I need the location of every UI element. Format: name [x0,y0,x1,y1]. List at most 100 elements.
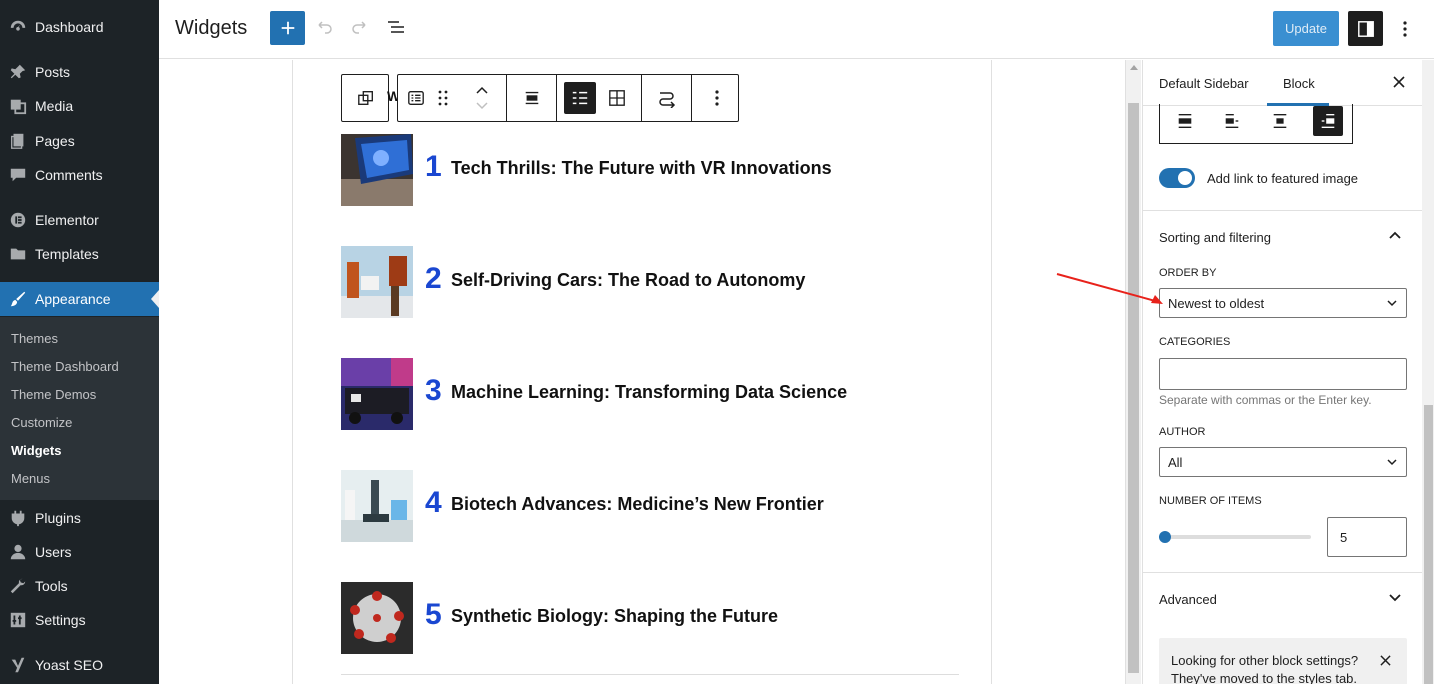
close-settings-button[interactable] [1389,72,1409,92]
admin-sidebar: Dashboard Posts Media Pages Comments Ele… [0,0,159,684]
move-up-down[interactable] [458,75,506,121]
menu-item-settings[interactable]: Settings [0,603,159,637]
user-icon [8,542,28,562]
page-title: Widgets [175,17,248,39]
settings-panel-toggle[interactable] [1348,11,1383,46]
submenu-theme-demos[interactable]: Theme Demos [11,387,96,402]
advanced-section-title[interactable]: Advanced [1159,592,1217,607]
menu-item-tools[interactable]: Tools [0,569,159,603]
appearance-submenu: Themes Theme Dashboard Theme Demos Custo… [0,317,159,500]
canvas-scrollbar[interactable] [1125,60,1141,684]
tab-default-sidebar[interactable]: Default Sidebar [1159,76,1249,91]
canvas-scrollbar-thumb[interactable] [1128,103,1139,673]
post-title[interactable]: Machine Learning: Transforming Data Scie… [451,382,847,403]
post-number: 5 [425,598,442,631]
menu-item-templates[interactable]: Templates [0,237,159,271]
list-item[interactable]: 1 Tech Thrills: The Future with VR Innov… [341,134,961,206]
toolbar-separator [556,75,557,121]
update-button[interactable]: Update [1273,11,1339,46]
image-align-right[interactable] [1313,106,1343,136]
image-align-left[interactable] [1217,106,1247,136]
list-item[interactable]: 2 Self-Driving Cars: The Road to Autonom… [341,246,961,318]
number-of-items-input[interactable]: 5 [1327,517,1407,557]
submenu-themes[interactable]: Themes [11,331,58,346]
menu-item-plugins[interactable]: Plugins [0,501,159,535]
toolbar-separator [506,75,507,121]
dismiss-notice-button[interactable] [1375,650,1395,670]
redo-button[interactable] [348,15,372,39]
media-icon [8,96,28,116]
widgets-canvas: W 1 Tech Thrills: The Future with VR Inn… [159,60,1125,684]
menu-item-media[interactable]: Media [0,89,159,123]
submenu-widgets[interactable]: Widgets [11,443,61,458]
tab-block[interactable]: Block [1283,76,1315,91]
image-align-center[interactable] [1265,106,1295,136]
post-title[interactable]: Synthetic Biology: Shaping the Future [451,606,778,627]
menu-item-posts[interactable]: Posts [0,55,159,89]
sorting-section-title[interactable]: Sorting and filtering [1159,230,1271,245]
menu-item-elementor[interactable]: Elementor [0,203,159,237]
list-item[interactable]: 3 Machine Learning: Transforming Data Sc… [341,358,961,430]
transform-button[interactable] [643,75,691,121]
settings-scrollbar-thumb[interactable] [1424,405,1433,684]
menu-label-settings: Settings [35,612,86,628]
drag-handle-icon [438,90,448,106]
menu-item-users[interactable]: Users [0,535,159,569]
image-align-none[interactable] [1170,106,1200,136]
categories-help: Separate with commas or the Enter key. [1159,393,1372,407]
post-number: 4 [425,486,442,519]
chevron-up-icon [1389,231,1401,239]
styles-tab-notice: Looking for other block settings? They'v… [1159,638,1407,684]
align-button[interactable] [508,75,556,121]
plugin-icon [8,508,28,528]
menu-label-templates: Templates [35,246,99,262]
more-vertical-icon [1403,21,1407,37]
align-left-icon [1225,114,1239,128]
list-view-button[interactable] [384,15,408,39]
post-thumbnail-vr[interactable] [341,134,413,206]
post-thumbnail-virus[interactable] [341,582,413,654]
menu-item-pages[interactable]: Pages [0,124,159,158]
drag-handle[interactable] [430,75,456,121]
options-button[interactable] [1393,15,1417,43]
grid-view-toggle[interactable] [596,75,638,121]
slider-thumb[interactable] [1159,531,1171,543]
parent-block-wrap [342,75,390,121]
block-type-button[interactable] [398,75,434,121]
author-select[interactable]: All [1159,447,1407,477]
settings-scrollbar[interactable] [1422,60,1434,684]
parent-block-button[interactable] [341,74,389,122]
menu-item-yoast[interactable]: Yoast SEO [0,648,159,682]
post-title[interactable]: Biotech Advances: Medicine’s New Frontie… [451,494,824,515]
post-thumbnail-robot-arm[interactable] [341,246,413,318]
post-thumbnail-microscope[interactable] [341,470,413,542]
post-thumbnail-circuit[interactable] [341,358,413,430]
block-options-button[interactable] [693,75,741,121]
sorting-section-toggle[interactable] [1383,223,1407,247]
categories-input[interactable] [1159,358,1407,390]
settings-tabs: Default Sidebar Block [1143,60,1422,106]
block-divider [341,674,959,675]
post-title[interactable]: Self-Driving Cars: The Road to Autonomy [451,270,805,291]
featured-image-link-toggle[interactable] [1159,168,1195,188]
submenu-theme-dashboard[interactable]: Theme Dashboard [11,359,119,374]
number-of-items-slider[interactable] [1159,535,1311,539]
post-title[interactable]: Tech Thrills: The Future with VR Innovat… [451,158,832,179]
submenu-menus[interactable]: Menus [11,471,50,486]
menu-item-dashboard[interactable]: Dashboard [0,10,159,44]
menu-item-comments[interactable]: Comments [0,158,159,192]
post-number: 3 [425,374,442,407]
menu-item-appearance[interactable]: Appearance [0,282,159,316]
order-by-select[interactable]: Newest to oldest [1159,288,1407,318]
add-block-button[interactable] [270,11,305,45]
undo-button[interactable] [312,15,336,39]
menu-label-tools: Tools [35,578,68,594]
list-item[interactable]: 5 Synthetic Biology: Shaping the Future [341,582,961,654]
scroll-up-arrow[interactable] [1130,65,1138,70]
chevron-down-icon [1389,594,1401,602]
menu-label-posts: Posts [35,64,71,80]
submenu-customize[interactable]: Customize [11,415,72,430]
list-item[interactable]: 4 Biotech Advances: Medicine’s New Front… [341,470,961,542]
advanced-section-toggle[interactable] [1383,586,1407,610]
chevron-down-icon [1386,456,1398,471]
